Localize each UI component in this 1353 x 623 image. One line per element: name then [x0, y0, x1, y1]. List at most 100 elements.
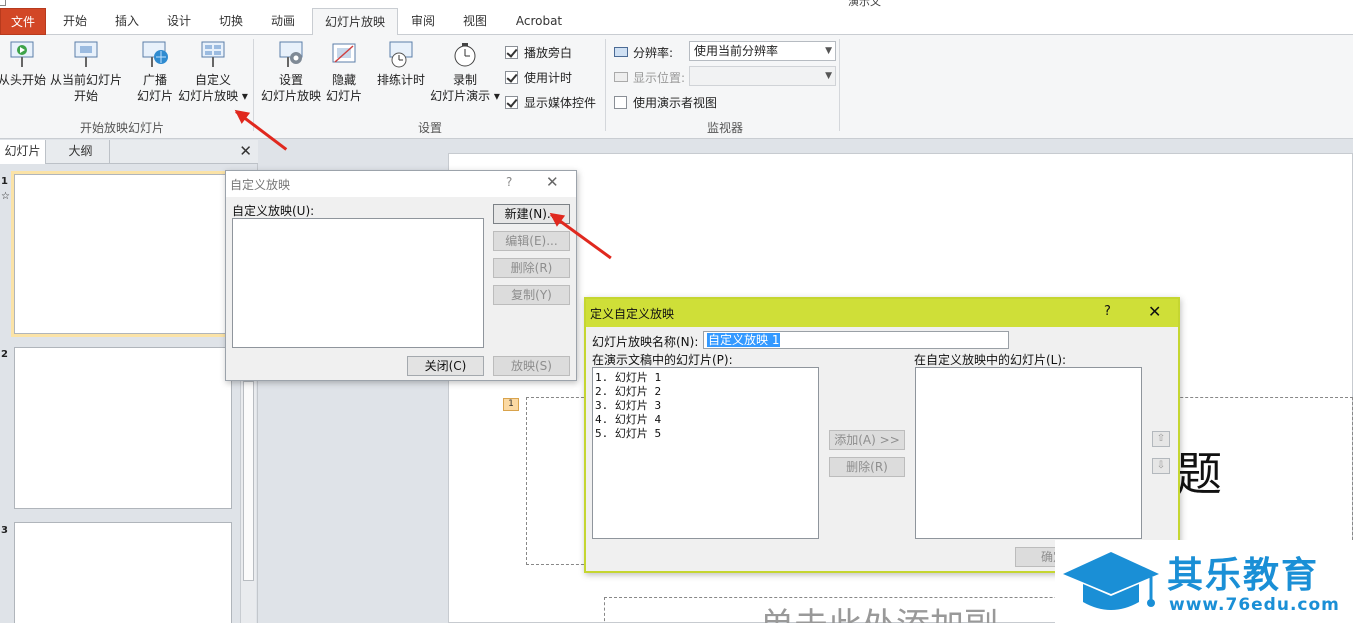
from-current-slide-button[interactable]: 从当前幻灯片 开始 — [48, 40, 124, 104]
remove-button[interactable]: 删除(R) — [829, 457, 905, 477]
set-up-slide-show-button[interactable]: 设置 幻灯片放映 — [258, 40, 324, 104]
copy-button[interactable]: 复制(Y) — [493, 285, 570, 305]
tab-file[interactable]: 文件 — [0, 8, 46, 35]
custom-show-slides-list[interactable] — [915, 367, 1142, 539]
ribbon-separator — [839, 39, 840, 131]
help-icon[interactable]: ? — [1104, 304, 1111, 319]
scrollbar-thumb[interactable] — [243, 381, 254, 581]
show-media-controls-label: 显示媒体控件 — [524, 96, 597, 110]
hide-slide-label-1: 隐藏 — [331, 73, 356, 87]
tab-outline[interactable]: 大纲 — [52, 140, 110, 164]
edit-button[interactable]: 编辑(E)... — [493, 231, 570, 251]
resolution-select[interactable]: 使用当前分辨率 ▼ — [689, 41, 836, 61]
resolution-label-group: 分辨率: — [614, 44, 673, 61]
presenter-view-checkbox[interactable]: 使用演示者视图 — [614, 94, 717, 111]
custom-shows-list-label: 自定义放映(U): — [232, 204, 315, 218]
help-icon[interactable]: ? — [506, 175, 512, 189]
tab-design[interactable]: 设计 — [156, 8, 202, 35]
tab-review[interactable]: 审阅 — [400, 8, 446, 35]
tab-home[interactable]: 开始 — [52, 8, 98, 35]
broadcast-button[interactable]: 广播 幻灯片 — [132, 40, 178, 104]
show-button[interactable]: 放映(S) — [493, 356, 570, 376]
tab-transitions[interactable]: 切换 — [208, 8, 254, 35]
slide-number: 3 — [1, 525, 8, 536]
tab-view[interactable]: 视图 — [452, 8, 498, 35]
list-item[interactable]: 4. 幻灯片 4 — [595, 413, 816, 427]
from-beginning-label: 从头开始 — [0, 73, 46, 87]
resolution-label: 分辨率: — [633, 46, 674, 60]
close-button[interactable]: 关闭(C) — [407, 356, 484, 376]
list-item[interactable]: 1. 幻灯片 1 — [595, 371, 816, 385]
custom-show-label-2: 幻灯片放映 ▾ — [178, 89, 248, 103]
custom-show-icon — [201, 41, 225, 67]
projector-icon — [74, 41, 98, 67]
tab-slide-show[interactable]: 幻灯片放映 — [312, 8, 398, 36]
monitor-icon — [614, 46, 628, 57]
broadcast-globe-icon — [142, 41, 168, 67]
slide-thumbnail[interactable] — [14, 522, 232, 623]
ribbon-tabs: 文件 开始 插入 设计 切换 动画 幻灯片放映 审阅 视图 Acrobat — [0, 8, 1353, 36]
panel-tabs: 幻灯片 大纲 ✕ — [0, 140, 258, 164]
slide-thumbnail[interactable] — [14, 174, 232, 334]
presentation-slides-label: 在演示文稿中的幻灯片(P): — [592, 353, 733, 367]
list-item[interactable]: 5. 幻灯片 5 — [595, 427, 816, 441]
show-media-controls-checkbox[interactable]: 显示媒体控件 — [505, 94, 596, 111]
chevron-down-icon: ▼ — [825, 46, 832, 56]
panel-scrollbar[interactable] — [240, 375, 256, 623]
slide-thumbnail[interactable] — [14, 347, 232, 509]
close-icon[interactable]: ✕ — [239, 142, 252, 160]
slide-title-text: 题 — [1176, 447, 1222, 501]
checkbox-unchecked-icon — [614, 96, 627, 109]
quick-access-toolbar[interactable] — [0, 0, 6, 6]
close-icon[interactable]: ✕ — [546, 173, 559, 191]
show-name-value: 自定义放映 1 — [707, 333, 781, 347]
play-narrations-label: 播放旁白 — [524, 46, 573, 60]
move-down-icon[interactable]: ⇩ — [1152, 458, 1170, 474]
watermark-logo: 其乐教育 www.76edu.com — [1055, 540, 1353, 623]
record-timer-icon — [454, 43, 476, 67]
rehearse-label: 排练计时 — [376, 73, 425, 87]
ribbon-separator — [605, 39, 606, 131]
custom-shows-list[interactable] — [232, 218, 484, 348]
from-beginning-button[interactable]: 从头开始 — [0, 40, 48, 88]
title-bar: 演示文 — [0, 0, 1353, 8]
monitor-icon — [614, 71, 628, 82]
brand-url: www.76edu.com — [1169, 595, 1340, 615]
hide-slide-button[interactable]: 隐藏 幻灯片 — [322, 40, 366, 104]
slide-subtitle-text: 单击此处添加副 — [760, 598, 998, 623]
record-slide-show-button[interactable]: 录制 幻灯片演示 ▾ — [428, 40, 502, 104]
tab-acrobat[interactable]: Acrobat — [506, 8, 572, 35]
checkbox-checked-icon — [505, 96, 518, 109]
slide-number: 2 — [1, 349, 8, 360]
list-item[interactable]: 3. 幻灯片 3 — [595, 399, 816, 413]
group-label-setup: 设置 — [417, 121, 442, 135]
dialog-title: 自定义放映 — [230, 178, 291, 192]
show-name-input[interactable]: 自定义放映 1 — [703, 331, 1009, 349]
presentation-slides-list[interactable]: 1. 幻灯片 1 2. 幻灯片 2 3. 幻灯片 3 4. 幻灯片 4 5. 幻… — [592, 367, 819, 539]
ribbon: 从头开始 从当前幻灯片 开始 广播 幻灯片 自定义 幻灯片放映 ▾ 开始放映幻灯… — [0, 35, 1353, 139]
use-timings-checkbox[interactable]: 使用计时 — [505, 69, 572, 86]
graduation-cap-icon — [1063, 552, 1159, 610]
list-item[interactable]: 2. 幻灯片 2 — [595, 385, 816, 399]
custom-show-slides-label: 在自定义放映中的幻灯片(L): — [914, 353, 1067, 367]
custom-slide-show-button[interactable]: 自定义 幻灯片放映 ▾ — [176, 40, 250, 104]
show-on-select[interactable]: ▼ — [689, 66, 836, 86]
move-up-icon[interactable]: ⇧ — [1152, 431, 1170, 447]
setup-label-1: 设置 — [278, 73, 303, 87]
play-narrations-checkbox[interactable]: 播放旁白 — [505, 44, 572, 61]
brand-name: 其乐教育 — [1167, 555, 1320, 596]
rehearse-timings-button[interactable]: 排练计时 — [372, 40, 430, 88]
tab-slides[interactable]: 幻灯片 — [0, 140, 46, 164]
from-current-label-1: 从当前幻灯片 — [49, 73, 122, 87]
tab-insert[interactable]: 插入 — [104, 8, 150, 35]
hide-slide-label-2: 幻灯片 — [325, 89, 362, 103]
tab-animations[interactable]: 动画 — [260, 8, 306, 35]
record-label-2: 幻灯片演示 ▾ — [430, 89, 500, 103]
from-current-label-2: 开始 — [73, 89, 98, 103]
delete-button[interactable]: 删除(R) — [493, 258, 570, 278]
slide-number: 1 — [1, 176, 8, 187]
resolution-value: 使用当前分辨率 — [694, 44, 779, 58]
add-button[interactable]: 添加(A) >> — [829, 430, 905, 450]
custom-shows-dialog: 自定义放映 ? ✕ 自定义放映(U): 新建(N)... 编辑(E)... 删除… — [225, 170, 577, 381]
close-icon[interactable]: ✕ — [1148, 302, 1161, 321]
